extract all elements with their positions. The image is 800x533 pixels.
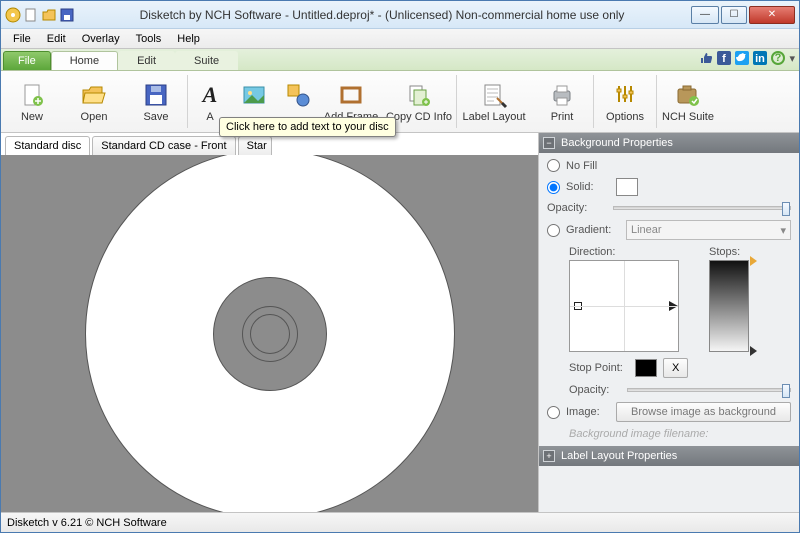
menu-tools[interactable]: Tools [128,31,170,47]
label-opacity2: Opacity: [569,384,621,396]
collapse-icon[interactable]: − [543,137,555,149]
twitter-icon[interactable] [735,51,749,65]
radio-nofill[interactable] [547,159,560,172]
label-solid: Solid: [566,181,610,193]
new-icon[interactable] [23,7,39,23]
radio-solid[interactable] [547,181,560,194]
ribbon-tab-edit[interactable]: Edit [118,51,175,70]
menu-overlay[interactable]: Overlay [74,31,128,47]
ribbon-nchsuite-button[interactable]: NCH Suite [657,72,719,132]
menu-help[interactable]: Help [169,31,208,47]
doc-tab-cdcase[interactable]: Standard CD case - Front [92,136,235,155]
label-stops: Stops: [709,246,749,258]
disc-preview[interactable] [85,155,455,512]
ribbon-print-button[interactable]: Print [531,72,593,132]
tooltip-addtext: Click here to add text to your disc [219,117,396,137]
browse-image-button[interactable]: Browse image as background [616,402,791,422]
properties-panel: − Background Properties No Fill Solid: O… [539,133,799,512]
frame-icon [337,81,365,109]
facebook-icon[interactable]: f [717,51,731,65]
open-icon[interactable] [41,7,57,23]
ribbon-social: f in ? ▾ [699,51,795,65]
label-nofill: No Fill [566,160,597,172]
label-gradient: Gradient: [566,224,620,236]
text-icon: A [196,81,224,109]
help-dropdown-icon[interactable]: ▾ [789,52,795,65]
content-area: Standard disc Standard CD case - Front S… [1,133,799,512]
save-icon[interactable] [59,7,75,23]
window-controls: — ☐ ✕ [689,6,795,24]
layout-icon [480,81,508,109]
titlebar-icons [5,7,75,23]
bg-props-body: No Fill Solid: Opacity: Gradient: Linear… [539,153,799,446]
titlebar: Disketch by NCH Software - Untitled.depr… [1,1,799,29]
label-direction: Direction: [569,246,679,258]
solid-color-swatch[interactable] [616,178,638,196]
menu-edit[interactable]: Edit [39,31,74,47]
ribbon-tab-file[interactable]: File [3,51,51,70]
ribbon-tab-home[interactable]: Home [51,51,118,70]
ribbon-tab-suite[interactable]: Suite [175,51,238,70]
app-icon [5,7,21,23]
svg-text:?: ? [775,52,782,64]
like-icon[interactable] [699,51,713,65]
menu-file[interactable]: File [5,31,39,47]
minimize-button[interactable]: — [691,6,719,24]
ribbon-labellayout-button[interactable]: Label Layout [457,72,531,132]
copy-cd-icon [405,81,433,109]
maximize-button[interactable]: ☐ [721,6,747,24]
ribbon-options-button[interactable]: Options [594,72,656,132]
opacity-slider[interactable] [613,206,791,210]
print-icon [548,81,576,109]
bg-image-filename-label: Background image filename: [569,428,708,440]
radio-gradient[interactable] [547,224,560,237]
image-icon [240,81,268,109]
ribbon-save-button[interactable]: Save [125,72,187,132]
svg-text:f: f [723,53,727,65]
label-layout-header[interactable]: + Label Layout Properties [539,446,799,466]
bg-props-header[interactable]: − Background Properties [539,133,799,153]
options-icon [611,81,639,109]
canvas-panel: Standard disc Standard CD case - Front S… [1,133,539,512]
new-doc-icon [18,81,46,109]
gradient-type-select[interactable]: Linear▾ [626,220,791,240]
doc-tab-3[interactable]: Star [238,136,272,155]
shapes-icon [284,81,312,109]
gradient-stops[interactable] [709,260,749,352]
ribbon-tabs: File Home Edit Suite f in ? ▾ [1,49,799,71]
statusbar: Disketch v 6.21 © NCH Software [1,512,799,532]
remove-stop-button[interactable]: X [663,358,688,378]
linkedin-icon[interactable]: in [753,51,767,65]
radio-image[interactable] [547,406,560,419]
status-text: Disketch v 6.21 © NCH Software [7,517,167,529]
folder-open-icon [80,81,108,109]
help-icon[interactable]: ? [771,51,785,65]
window-title: Disketch by NCH Software - Untitled.depr… [75,8,689,22]
label-opacity: Opacity: [547,202,607,214]
menubar: File Edit Overlay Tools Help [1,29,799,49]
doc-tab-disc[interactable]: Standard disc [5,136,90,155]
label-stoppoint: Stop Point: [569,362,629,374]
ribbon-open-button[interactable]: Open [63,72,125,132]
suite-icon [674,81,702,109]
gradient-opacity-slider[interactable] [627,388,791,392]
stop-color-swatch[interactable] [635,359,657,377]
gradient-direction[interactable] [569,260,679,352]
canvas[interactable] [1,155,538,512]
ribbon-new-button[interactable]: New [1,72,63,132]
svg-text:in: in [756,53,766,65]
close-button[interactable]: ✕ [749,6,795,24]
expand-icon[interactable]: + [543,450,555,462]
save-disk-icon [142,81,170,109]
label-image: Image: [566,406,610,418]
ribbon: New Open Save A A [1,71,799,133]
